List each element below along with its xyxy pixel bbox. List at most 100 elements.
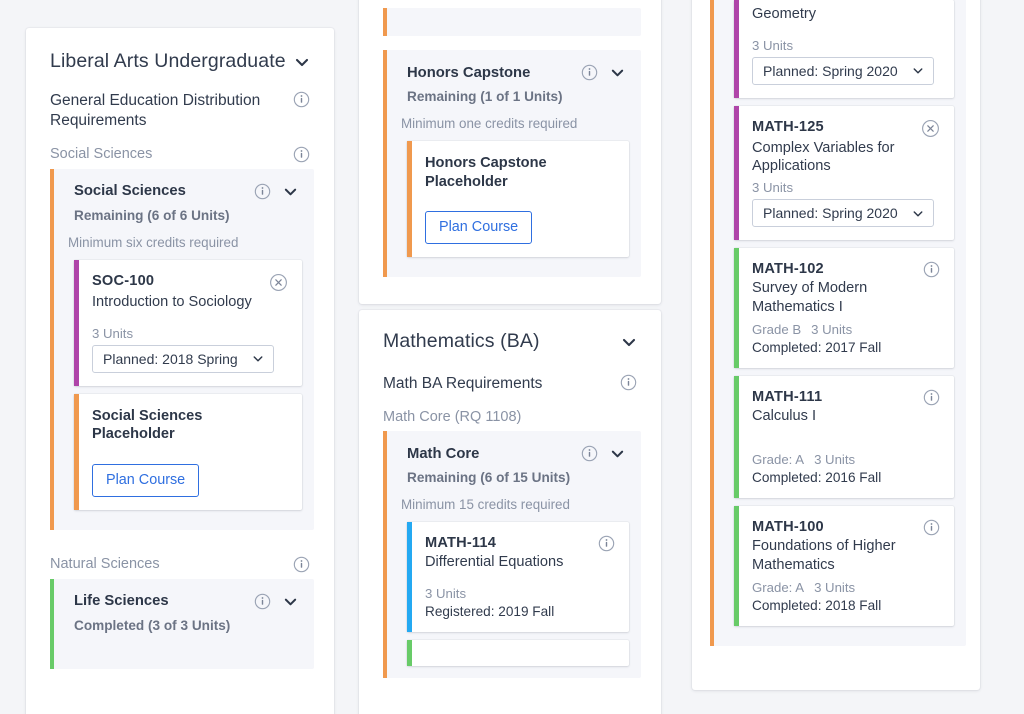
group-header[interactable]: Honors Capstone <box>397 60 629 81</box>
chevron-down-icon[interactable] <box>293 53 310 70</box>
section-label-natural-sciences: Natural Sciences <box>26 540 334 579</box>
group-accent-bar <box>383 50 387 278</box>
requirement-group-math-core: Math Core Remaining (6 of 15 Units) Mini… <box>383 431 641 679</box>
course-card-geometry[interactable]: Geometry 3 Units Planned: Spring 2020 <box>734 0 954 98</box>
info-icon[interactable] <box>254 183 271 200</box>
card-accent-bar <box>734 105 739 241</box>
requirement-group-social-sciences: Social Sciences Remaining (6 of 6 Units)… <box>50 168 314 530</box>
course-term-value: Planned: 2018 Spring <box>103 350 238 367</box>
group-minimum: Minimum one credits required <box>401 116 578 131</box>
group-name: Math Core <box>407 445 480 462</box>
chevron-down-icon[interactable] <box>283 184 298 199</box>
course-name: Calculus I <box>752 408 817 425</box>
card-accent-bar <box>407 640 412 667</box>
close-circle-icon[interactable] <box>269 273 288 292</box>
group-minimum: Minimum six credits required <box>68 234 239 250</box>
chevron-down-icon <box>252 353 264 365</box>
info-icon[interactable] <box>923 519 940 536</box>
course-grade: Grade: A <box>752 452 805 468</box>
course-term-select[interactable]: Planned: Spring 2020 <box>752 56 934 85</box>
course-name: Introduction to Sociology <box>92 293 252 310</box>
placeholder-title: Social Sciences Placeholder <box>92 407 203 443</box>
section-label-social-sciences: Social Sciences <box>26 134 334 169</box>
requirement-title: Math BA Requirements <box>383 375 543 392</box>
card-accent-bar <box>734 0 739 98</box>
program-header[interactable]: Mathematics (BA) <box>359 310 661 359</box>
plan-course-button[interactable]: Plan Course <box>425 211 533 245</box>
course-units: 3 Units <box>425 586 467 602</box>
group-header[interactable]: Social Sciences <box>64 179 302 200</box>
course-card-honors-capstone-placeholder[interactable]: Honors Capstone Placeholder Plan Course <box>407 141 629 258</box>
course-card-soc-100[interactable]: SOC-100 Introduction to Sociology 3 Unit… <box>74 259 302 386</box>
course-status: Registered: 2019 Fall <box>425 604 555 620</box>
card-accent-bar <box>407 141 412 258</box>
info-icon[interactable] <box>581 64 598 81</box>
card-accent-bar <box>407 522 412 633</box>
course-code: MATH-102 <box>752 261 824 278</box>
info-icon[interactable] <box>923 389 940 406</box>
course-status: Completed: 2018 Fall <box>752 598 882 614</box>
course-card-math-114[interactable]: MATH-114 Differential Equations 3 Units … <box>407 522 629 633</box>
course-term-select[interactable]: Planned: Spring 2020 <box>752 199 934 228</box>
card-accent-bar <box>74 393 79 510</box>
group-name: Social Sciences <box>74 183 186 200</box>
program-panel-honors: Honors Capstone Remaining (1 of 1 Units)… <box>359 0 661 304</box>
course-grade: Grade: A <box>752 580 805 596</box>
course-card-math-102[interactable]: MATH-102 Survey of Modern Mathematics I … <box>734 248 954 369</box>
group-accent-bar <box>50 578 54 669</box>
course-card-math-100[interactable]: MATH-100 Foundations of Higher Mathemati… <box>734 506 954 627</box>
requirement-group-honors-capstone: Honors Capstone Remaining (1 of 1 Units)… <box>383 50 641 278</box>
course-code: MATH-111 <box>752 389 823 406</box>
placeholder-title: Honors Capstone Placeholder <box>425 155 547 190</box>
course-card-partial[interactable] <box>407 640 629 667</box>
card-accent-bar <box>74 259 79 386</box>
course-term-select[interactable]: Planned: 2018 Spring <box>92 344 274 373</box>
group-header[interactable]: Life Sciences <box>64 589 302 610</box>
course-status: Completed: 2017 Fall <box>752 340 882 356</box>
chevron-down-icon[interactable] <box>610 446 625 461</box>
group-minimum: Minimum 15 credits required <box>401 497 570 513</box>
course-term-value: Planned: Spring 2020 <box>763 62 898 79</box>
course-name: Foundations of Higher Mathematics <box>752 538 896 573</box>
course-card-math-111[interactable]: MATH-111 Calculus I Grade: A 3 Units Comp… <box>734 376 954 499</box>
info-icon[interactable] <box>923 261 940 278</box>
group-header[interactable]: Math Core <box>397 441 629 462</box>
group-remaining: Remaining (1 of 1 Units) <box>407 89 563 104</box>
program-panel-math-core-courses: Geometry 3 Units Planned: Spring 2020 MA… <box>692 0 980 690</box>
course-code: MATH-125 <box>752 118 824 135</box>
section-label-text: Social Sciences <box>50 146 153 163</box>
info-icon[interactable] <box>254 593 271 610</box>
course-term-value: Planned: Spring 2020 <box>763 205 898 222</box>
info-icon[interactable] <box>293 556 310 573</box>
chevron-down-icon[interactable] <box>283 594 298 609</box>
info-icon[interactable] <box>598 535 615 552</box>
group-remaining: Remaining (6 of 6 Units) <box>74 207 230 223</box>
info-icon[interactable] <box>620 374 637 391</box>
group-accent-bar <box>383 8 387 36</box>
course-grade-units: Grade: A 3 Units <box>752 580 940 595</box>
requirement-group-clipped <box>383 8 641 36</box>
info-icon[interactable] <box>581 445 598 462</box>
course-code: SOC-100 <box>92 272 155 289</box>
plan-course-button[interactable]: Plan Course <box>92 463 200 497</box>
group-name: Honors Capstone <box>407 64 531 81</box>
info-icon[interactable] <box>293 91 310 108</box>
program-title: Mathematics (BA) <box>383 330 540 352</box>
section-label-math-core: Math Core (RQ 1108) <box>359 396 661 431</box>
course-card-math-125[interactable]: MATH-125 Complex Variables for Applicati… <box>734 105 954 241</box>
course-units: 3 Units <box>811 322 853 338</box>
course-units: 3 Units <box>92 325 134 341</box>
course-grade: Grade B <box>752 322 802 338</box>
chevron-down-icon[interactable] <box>620 333 637 350</box>
course-units: 3 Units <box>814 580 856 596</box>
program-panel-mathematics: Mathematics (BA) Math BA Requirements Ma… <box>359 310 661 714</box>
info-icon[interactable] <box>293 146 310 163</box>
course-card-social-sciences-placeholder[interactable]: Social Sciences Placeholder Plan Course <box>74 393 302 510</box>
course-name: Complex Variables for Applications <box>752 139 895 175</box>
group-accent-bar <box>50 168 54 530</box>
chevron-down-icon[interactable] <box>610 65 625 80</box>
requirement-title: General Education Distribution Requireme… <box>50 92 261 130</box>
close-circle-icon[interactable] <box>921 119 940 138</box>
program-title: Liberal Arts Undergraduate <box>50 50 286 72</box>
program-header[interactable]: Liberal Arts Undergraduate <box>26 28 334 79</box>
